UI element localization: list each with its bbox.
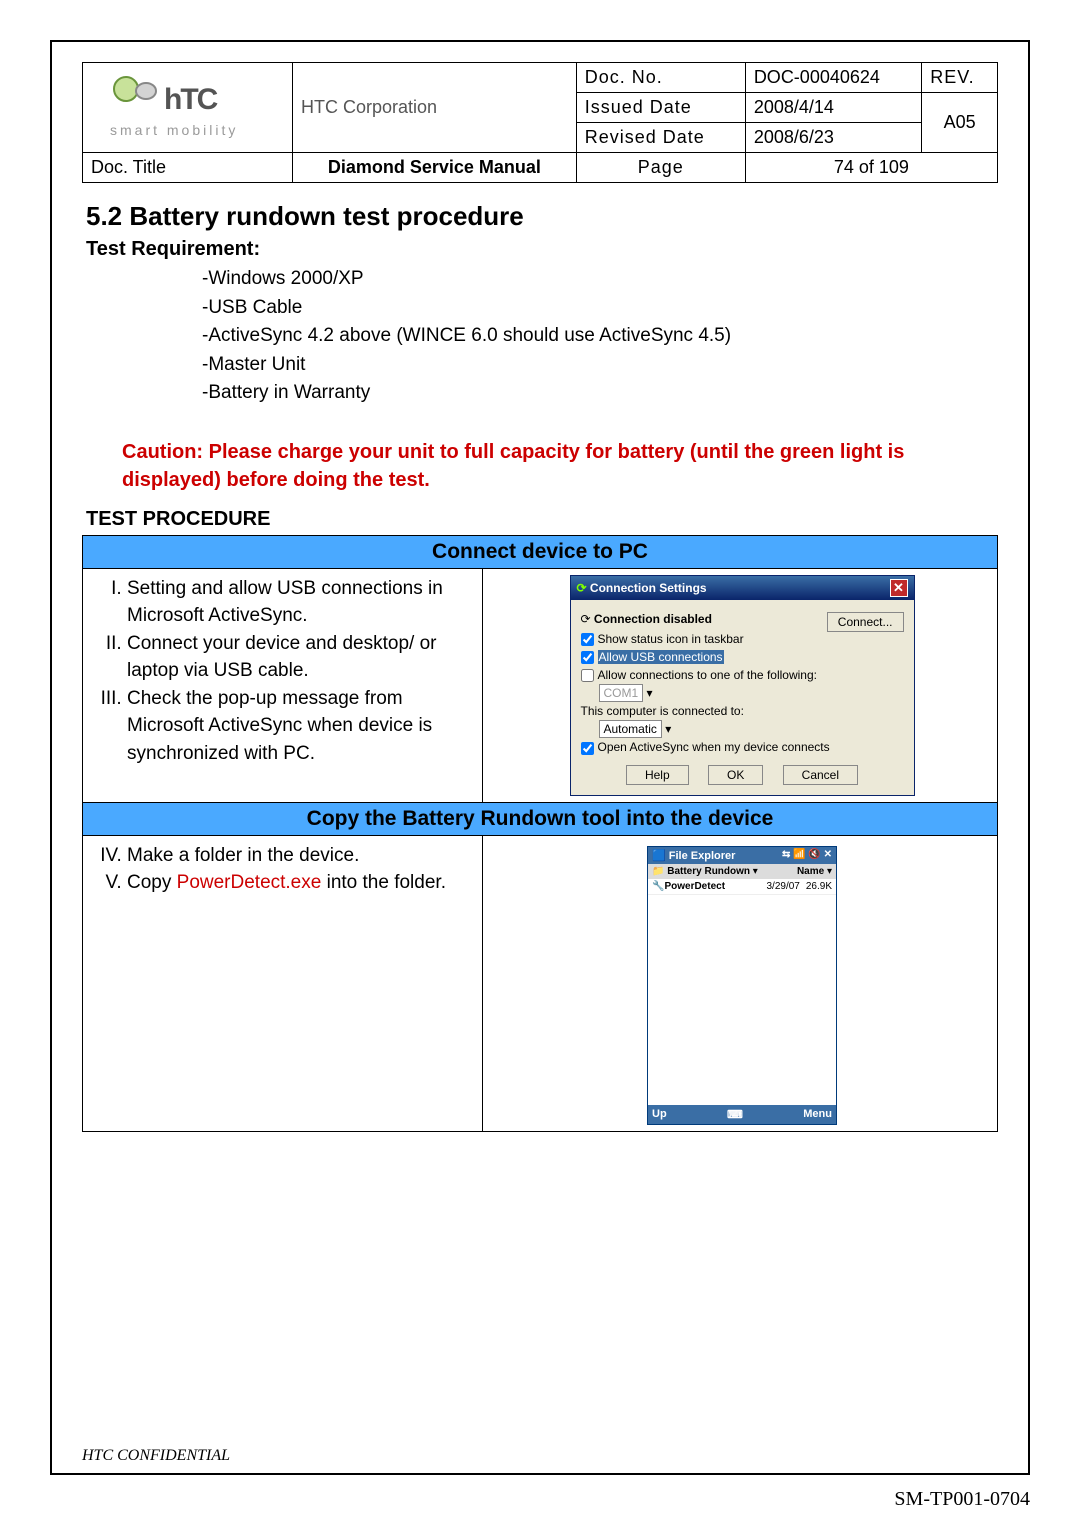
up-button[interactable]: Up bbox=[652, 1108, 667, 1121]
revised-date-label: Revised Date bbox=[576, 123, 745, 153]
step-item: Copy PowerDetect.exe into the folder. bbox=[127, 869, 476, 897]
open-activesync-checkbox[interactable]: Open ActiveSync when my device connects bbox=[581, 740, 830, 754]
requirement-list: -Windows 2000/XP -USB Cable -ActiveSync … bbox=[202, 265, 998, 408]
doc-title-label: Doc. Title bbox=[83, 153, 293, 183]
page-value: 74 of 109 bbox=[745, 153, 997, 183]
windows-icon: 🟦 bbox=[652, 850, 666, 862]
requirement-item: -Master Unit bbox=[202, 351, 998, 380]
caution-text: Caution: Please charge your unit to full… bbox=[122, 438, 958, 494]
network-select[interactable]: Automatic bbox=[599, 720, 662, 738]
step-item: Make a folder in the device. bbox=[127, 842, 476, 870]
allow-connections-checkbox[interactable]: Allow connections to one of the followin… bbox=[581, 668, 817, 682]
file-name[interactable]: PowerDetect bbox=[664, 881, 725, 892]
connected-to-label: This computer is connected to: bbox=[581, 704, 904, 718]
rev-label: REV. bbox=[922, 63, 998, 93]
close-icon[interactable]: ✕ bbox=[890, 579, 908, 597]
file-date: 3/29/07 bbox=[766, 881, 799, 892]
exe-icon: 🔧 bbox=[652, 881, 664, 892]
procedure-step-header: Copy the Battery Rundown tool into the d… bbox=[83, 802, 998, 835]
requirement-item: -Battery in Warranty bbox=[202, 379, 998, 408]
procedure-step-header: Connect device to PC bbox=[83, 535, 998, 568]
issued-date-value: 2008/4/14 bbox=[745, 93, 921, 123]
confidential-footer: HTC CONFIDENTIAL bbox=[82, 1447, 230, 1465]
requirement-item: -Windows 2000/XP bbox=[202, 265, 998, 294]
com-port-select[interactable]: COM1 bbox=[599, 684, 644, 702]
fe-title: File Explorer bbox=[669, 850, 736, 862]
folder-icon: 📁 bbox=[652, 866, 664, 877]
ok-button[interactable]: OK bbox=[708, 765, 763, 785]
procedure-heading: TEST PROCEDURE bbox=[86, 508, 998, 531]
step-item: Connect your device and desktop/ or lapt… bbox=[127, 630, 476, 685]
doc-title-value: Diamond Service Manual bbox=[293, 153, 577, 183]
folder-name: Battery Rundown bbox=[667, 866, 750, 877]
connect-button[interactable]: Connect... bbox=[827, 612, 904, 632]
keyboard-icon[interactable]: ⌨ bbox=[727, 1108, 743, 1121]
connection-status: Connection disabled bbox=[594, 612, 712, 626]
taskbar-icons: ⇆ 📶 🔇 ✕ bbox=[782, 849, 832, 862]
activesync-dialog: ⟳ Connection Settings ✕ ⟳ Connection dis… bbox=[570, 575, 915, 796]
document-header-table: hTC smart mobility HTC Corporation Doc. … bbox=[82, 62, 998, 183]
test-requirement-heading: Test Requirement: bbox=[86, 238, 998, 261]
show-status-checkbox[interactable]: Show status icon in taskbar bbox=[581, 632, 744, 646]
cancel-button[interactable]: Cancel bbox=[783, 765, 858, 785]
document-code: SM-TP001-0704 bbox=[894, 1488, 1030, 1511]
section-heading: 5.2 Battery rundown test procedure bbox=[86, 201, 998, 232]
sync-small-icon: ⟳ bbox=[581, 612, 591, 626]
page-label: Page bbox=[576, 153, 745, 183]
corporation-name: HTC Corporation bbox=[293, 63, 577, 153]
htc-logo-icon: hTC smart mobility bbox=[110, 73, 265, 143]
svg-text:smart mobility: smart mobility bbox=[110, 122, 238, 138]
rev-value: A05 bbox=[922, 93, 998, 153]
step-item: Setting and allow USB connections in Mic… bbox=[127, 575, 476, 630]
svg-text:hTC: hTC bbox=[164, 83, 218, 116]
sync-icon: ⟳ bbox=[577, 581, 587, 595]
doc-no-label: Doc. No. bbox=[576, 63, 745, 93]
help-button[interactable]: Help bbox=[626, 765, 689, 785]
procedure-image-cell: ⟳ Connection Settings ✕ ⟳ Connection dis… bbox=[483, 568, 998, 802]
sort-name[interactable]: Name bbox=[797, 866, 824, 877]
requirement-item: -USB Cable bbox=[202, 294, 998, 323]
revised-date-value: 2008/6/23 bbox=[745, 123, 921, 153]
file-size: 26.9K bbox=[806, 881, 832, 892]
procedure-text-cell: Setting and allow USB connections in Mic… bbox=[83, 568, 483, 802]
allow-usb-checkbox[interactable]: Allow USB connections bbox=[581, 650, 724, 664]
menu-button[interactable]: Menu bbox=[803, 1108, 832, 1121]
step-item: Check the pop-up message from Microsoft … bbox=[127, 685, 476, 768]
htc-logo-cell: hTC smart mobility bbox=[83, 63, 293, 153]
fe-empty-area bbox=[648, 895, 836, 1105]
doc-no-value: DOC-00040624 bbox=[745, 63, 921, 93]
file-explorer-window: 🟦 File Explorer ⇆ 📶 🔇 ✕ 📁 Battery Rundow… bbox=[647, 846, 837, 1125]
procedure-text-cell: Make a folder in the device. Copy PowerD… bbox=[83, 835, 483, 1131]
procedure-table: Connect device to PC Setting and allow U… bbox=[82, 535, 998, 1132]
dialog-title: Connection Settings bbox=[590, 581, 707, 595]
issued-date-label: Issued Date bbox=[576, 93, 745, 123]
requirement-item: -ActiveSync 4.2 above (WINCE 6.0 should … bbox=[202, 322, 998, 351]
procedure-image-cell: 🟦 File Explorer ⇆ 📶 🔇 ✕ 📁 Battery Rundow… bbox=[483, 835, 998, 1131]
